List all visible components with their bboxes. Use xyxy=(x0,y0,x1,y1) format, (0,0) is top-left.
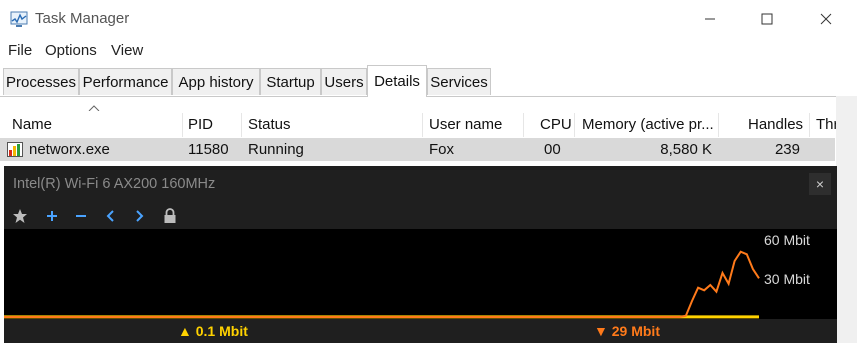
tab-performance[interactable]: Performance xyxy=(79,68,172,95)
chevron-right-icon xyxy=(136,210,144,222)
process-memory: 8,580 K xyxy=(660,141,712,158)
column-status[interactable]: Status xyxy=(248,111,291,138)
tab-details[interactable]: Details xyxy=(367,65,427,97)
process-status: Running xyxy=(248,141,304,158)
networx-graph-popup: Intel(R) Wi-Fi 6 AX200 160MHz × 60 Mbit … xyxy=(4,166,837,343)
upload-arrow-icon: ▲ xyxy=(178,323,192,339)
maximize-icon xyxy=(761,13,773,25)
column-threads[interactable]: Thr xyxy=(816,111,836,138)
close-icon xyxy=(820,13,832,25)
scale-mid-label: 30 Mbit xyxy=(764,271,810,287)
next-button[interactable] xyxy=(129,206,149,226)
traffic-chart xyxy=(4,250,760,319)
column-pid[interactable]: PID xyxy=(188,111,213,138)
vertical-scrollbar[interactable] xyxy=(836,96,857,343)
process-cpu: 00 xyxy=(544,141,561,158)
column-divider[interactable] xyxy=(718,113,719,137)
chevron-left-icon xyxy=(106,210,114,222)
tab-strip: Processes Performance App history Startu… xyxy=(0,65,857,97)
minimize-icon xyxy=(705,18,715,20)
menu-view[interactable]: View xyxy=(111,42,143,59)
process-user: Fox xyxy=(429,141,455,158)
column-memory[interactable]: Memory (active pr... xyxy=(582,111,714,138)
tab-startup[interactable]: Startup xyxy=(260,68,321,95)
menu-options[interactable]: Options xyxy=(45,42,97,59)
column-divider[interactable] xyxy=(523,113,524,137)
favorite-button[interactable] xyxy=(10,206,30,226)
upload-rate: 0.1 Mbit xyxy=(195,323,248,339)
table-row[interactable]: networx.exe 11580 Running Fox 00 8,580 K… xyxy=(0,138,835,161)
tab-services[interactable]: Services xyxy=(427,68,491,95)
lock-icon xyxy=(164,208,176,223)
upload-stat: ▲ 0.1 Mbit xyxy=(178,323,248,339)
column-divider[interactable] xyxy=(182,113,183,137)
column-divider[interactable] xyxy=(241,113,242,137)
window-title: Task Manager xyxy=(35,10,130,27)
column-name[interactable]: Name xyxy=(12,111,52,138)
process-pid: 11580 xyxy=(188,141,229,158)
column-cpu[interactable]: CPU xyxy=(540,111,572,138)
process-handles: 239 xyxy=(774,141,800,158)
star-icon xyxy=(13,209,27,223)
column-header-row: Name PID Status User name CPU Memory (ac… xyxy=(0,111,857,138)
previous-button[interactable] xyxy=(101,206,121,226)
plus-icon xyxy=(47,211,57,221)
adapter-name: Intel(R) Wi-Fi 6 AX200 160MHz xyxy=(13,176,216,192)
column-divider[interactable] xyxy=(809,113,810,137)
column-handles[interactable]: Handles xyxy=(748,111,803,138)
column-user-name[interactable]: User name xyxy=(429,111,502,138)
close-icon: × xyxy=(815,176,825,192)
download-arrow-icon: ▼ xyxy=(594,323,608,339)
menu-file[interactable]: File xyxy=(8,42,32,59)
process-name: networx.exe xyxy=(29,141,110,158)
tab-processes[interactable]: Processes xyxy=(3,68,79,95)
tab-app-history[interactable]: App history xyxy=(172,68,260,95)
column-divider[interactable] xyxy=(574,113,575,137)
title-bar: Task Manager xyxy=(0,0,857,38)
download-rate: 29 Mbit xyxy=(611,323,660,339)
download-series-line xyxy=(4,250,760,318)
close-button[interactable] xyxy=(803,0,849,38)
download-stat: ▼ 29 Mbit xyxy=(594,323,660,339)
popup-close-button[interactable]: × xyxy=(809,173,831,195)
task-manager-icon xyxy=(10,11,28,27)
lock-button[interactable] xyxy=(160,206,180,226)
menu-bar: File Options View xyxy=(0,38,857,64)
maximize-button[interactable] xyxy=(744,0,790,38)
minus-icon xyxy=(76,215,86,217)
traffic-graph: 60 Mbit 30 Mbit xyxy=(4,229,837,319)
column-divider[interactable] xyxy=(422,113,423,137)
minimize-button[interactable] xyxy=(687,0,733,38)
zoom-out-button[interactable] xyxy=(71,206,91,226)
zoom-in-button[interactable] xyxy=(42,206,62,226)
networx-bar-icon xyxy=(7,142,23,157)
scale-top-label: 60 Mbit xyxy=(764,232,810,248)
tab-users[interactable]: Users xyxy=(321,68,367,95)
